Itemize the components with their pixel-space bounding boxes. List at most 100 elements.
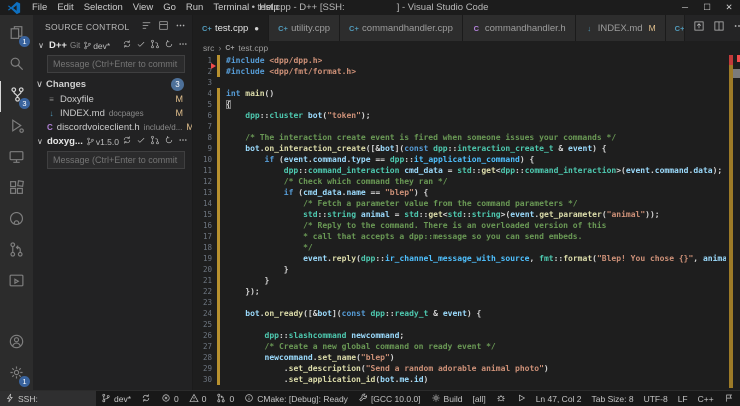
status-warnings[interactable]: 0 (184, 391, 212, 406)
repo-more-icon[interactable] (178, 39, 188, 52)
refresh-icon[interactable] (164, 39, 174, 52)
changes-section[interactable]: ∨ Changes 3 (33, 77, 192, 92)
create-pr-icon[interactable] (150, 39, 160, 52)
code-line[interactable]: 23 (193, 297, 726, 308)
breadcrumb-folder[interactable]: src (203, 43, 214, 53)
activity-extensions[interactable] (0, 174, 33, 205)
status-remote-indicator[interactable]: SSH: (0, 391, 96, 406)
status-encoding[interactable]: UTF-8 (639, 391, 673, 406)
code-line[interactable]: 18 */ (193, 242, 726, 253)
activity-github[interactable] (0, 205, 33, 236)
activity-remote-explorer[interactable] (0, 143, 33, 174)
code-line[interactable]: 2#include <dpp/fmt/format.h> (193, 66, 726, 77)
changed-file-indexmd[interactable]: ↓ INDEX.md docpages M (33, 106, 192, 120)
code-line[interactable]: 4int main() (193, 88, 726, 99)
tab-index-md[interactable]: ↓ INDEX.md M (576, 15, 666, 41)
unsaved-dot-icon[interactable]: ● (254, 24, 259, 33)
status-cmake-launch[interactable] (511, 391, 531, 406)
activity-source-control[interactable]: 3 (0, 81, 33, 112)
code-line[interactable]: 17 * call that accepts a dpp::message so… (193, 231, 726, 242)
breadcrumb-file[interactable]: test.cpp (238, 43, 268, 53)
status-cmake-build[interactable]: Build (426, 391, 468, 406)
code-line[interactable]: 29 .set_description("Send a random adora… (193, 363, 726, 374)
code-line[interactable]: 8 /* The interaction create event is fir… (193, 132, 726, 143)
split-editor-icon[interactable] (713, 19, 725, 37)
minimize-button[interactable]: ─ (674, 2, 696, 13)
code-line[interactable]: 15 std::string animal = std::get<std::st… (193, 209, 726, 220)
status-sync-changes[interactable] (136, 391, 156, 406)
changed-file-doxyfile[interactable]: ≡ Doxyfile M (33, 92, 192, 106)
code-line[interactable]: 25 (193, 319, 726, 330)
code-line[interactable]: 20 } (193, 264, 726, 275)
menu-help[interactable]: Help (254, 2, 284, 13)
menu-view[interactable]: View (128, 2, 158, 13)
maximize-button[interactable]: ☐ (696, 2, 718, 13)
code-line[interactable]: 22 }); (193, 286, 726, 297)
activity-settings[interactable]: 1 (0, 359, 33, 390)
code-line[interactable]: 1#include <dpp/dpp.h> (193, 55, 726, 66)
menu-terminal[interactable]: Terminal (208, 2, 254, 13)
code-line[interactable]: 3 (193, 77, 726, 88)
status-cursor-position[interactable]: Ln 47, Col 2 (531, 391, 587, 406)
overview-ruler[interactable] (726, 55, 740, 390)
tab-test-cpp[interactable]: C+ test.cpp ● (193, 15, 269, 41)
activity-accounts[interactable] (0, 328, 33, 359)
code-line[interactable]: 11 dpp::command_interaction cmd_data = s… (193, 165, 726, 176)
code-line[interactable]: 5{ (193, 99, 726, 110)
menu-go[interactable]: Go (158, 2, 181, 13)
activity-explorer[interactable]: 1 (0, 19, 33, 50)
commit-message-input[interactable] (47, 55, 185, 73)
chevron-down-icon[interactable]: ∨ (36, 137, 44, 146)
code-line[interactable]: 28 newcommand.set_name("blep") (193, 352, 726, 363)
changed-file-discordvoiceclient[interactable]: C discordvoiceclient.h include/d... M (33, 120, 192, 134)
repo-row-doxygen[interactable]: ∨ doxyg... v1.5.0 (33, 134, 192, 149)
menu-file[interactable]: File (27, 2, 52, 13)
close-button[interactable]: ✕ (718, 2, 740, 13)
status-cmake-debug[interactable] (491, 391, 511, 406)
code-line[interactable]: 16 /* Reply to the command. There is an … (193, 220, 726, 231)
sync-icon[interactable] (122, 135, 132, 148)
breadcrumb[interactable]: src › C+ test.cpp (193, 41, 740, 55)
commit-message-input[interactable] (47, 151, 185, 169)
status-feedback[interactable] (719, 391, 739, 406)
code-editor[interactable]: 1#include <dpp/dpp.h>2#include <dpp/fmt/… (193, 55, 726, 390)
view-as-list-icon[interactable] (141, 20, 152, 33)
activity-github-pull-requests[interactable] (0, 236, 33, 267)
commit-check-icon[interactable] (136, 39, 146, 52)
status-pr-count[interactable]: 0 (211, 391, 239, 406)
status-git-branch[interactable]: dev* (96, 391, 136, 406)
code-line[interactable]: 10 if (event.command.type == dpp::it_app… (193, 154, 726, 165)
commit-check-icon[interactable] (136, 135, 146, 148)
code-line[interactable]: 21 } (193, 275, 726, 286)
create-pr-icon[interactable] (150, 135, 160, 148)
refresh-icon[interactable] (164, 135, 174, 148)
chevron-down-icon[interactable]: ∨ (36, 41, 46, 50)
code-line[interactable]: 7 (193, 121, 726, 132)
more-actions-icon[interactable] (175, 20, 186, 33)
tab-commandhandler-cpp[interactable]: C+ commandhandler.cpp (340, 15, 463, 41)
code-line[interactable]: 6 dpp::cluster bot("token"); (193, 110, 726, 121)
menu-edit[interactable]: Edit (52, 2, 78, 13)
status-cmake-status[interactable]: CMake: [Debug]: Ready (239, 391, 353, 406)
sync-icon[interactable] (122, 39, 132, 52)
tab-utility-cpp[interactable]: C+ utility.cpp (269, 15, 340, 41)
status-errors[interactable]: 0 (156, 391, 184, 406)
activity-run-and-debug[interactable] (0, 112, 33, 143)
repo-row-dpp[interactable]: ∨ D++ Git dev* (33, 38, 192, 53)
run-task-icon[interactable] (693, 19, 705, 37)
status-cmake-target[interactable]: [all] (467, 391, 490, 406)
code-line[interactable]: 30 .set_application_id(bot.me.id) (193, 374, 726, 385)
tab-sslclient[interactable]: C+ sslcli (666, 15, 685, 41)
code-line[interactable]: 9 bot.on_interaction_create([&bot](const… (193, 143, 726, 154)
status-cmake-kit[interactable]: [GCC 10.0.0] (353, 391, 426, 406)
scrollbar-thumb[interactable] (733, 69, 740, 78)
editor-more-actions-icon[interactable] (733, 19, 740, 37)
chevron-down-icon[interactable]: ∨ (36, 79, 43, 90)
activity-search[interactable] (0, 50, 33, 81)
menu-run[interactable]: Run (181, 2, 208, 13)
code-line[interactable]: 13 if (cmd_data.name == "blep") { (193, 187, 726, 198)
activity-live-preview[interactable] (0, 267, 33, 298)
tab-commandhandler-h[interactable]: C commandhandler.h (463, 15, 576, 41)
layout-icon[interactable] (158, 20, 169, 33)
code-line[interactable]: 19 event.reply(dpp::ir_channel_message_w… (193, 253, 726, 264)
